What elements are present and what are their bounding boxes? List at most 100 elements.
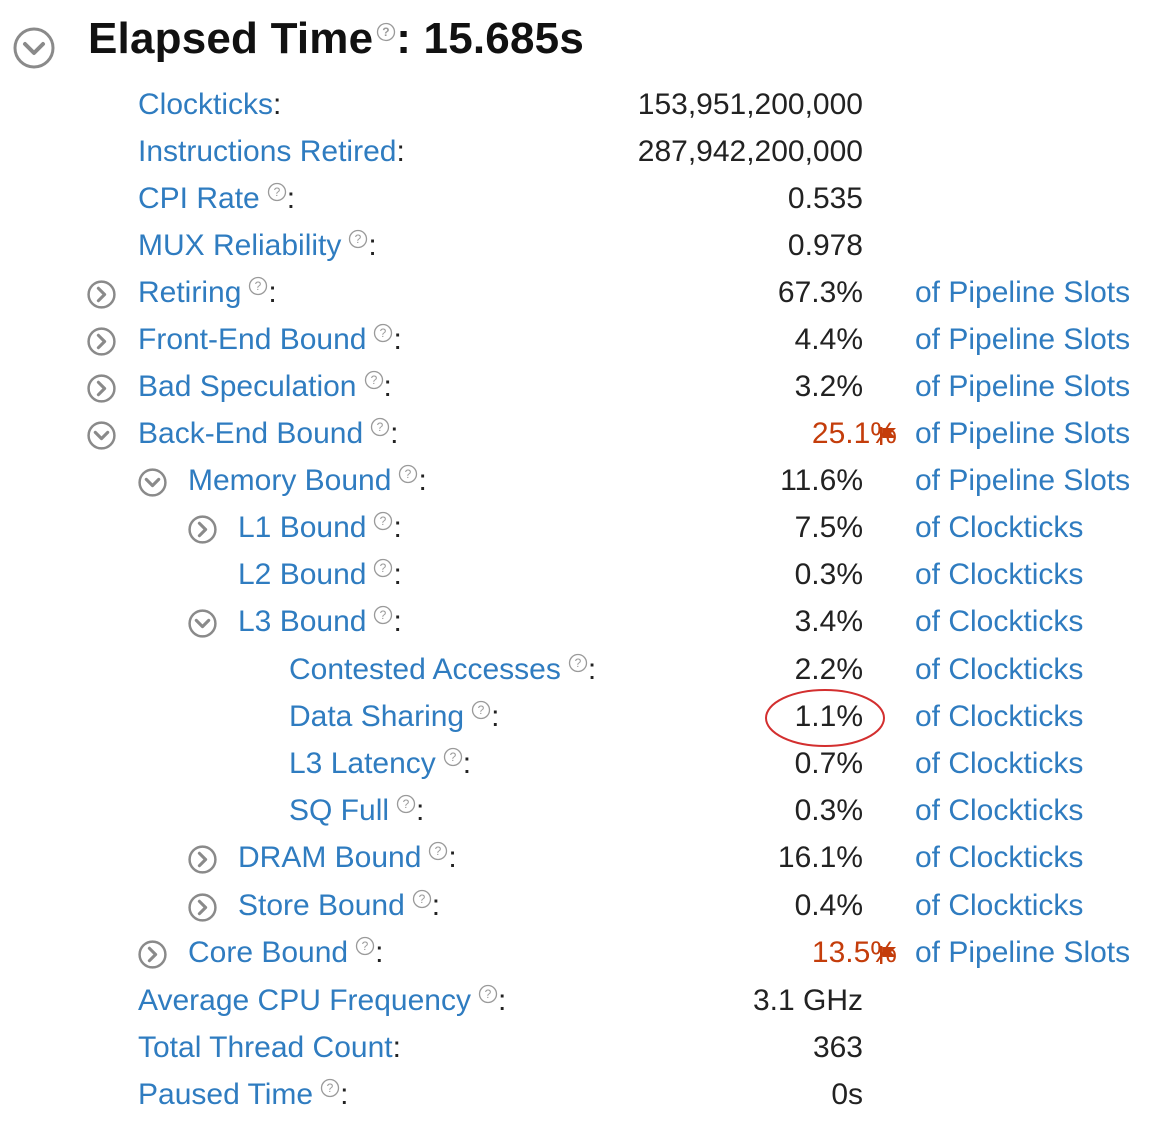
help-icon[interactable]: ?	[568, 653, 588, 673]
help-icon[interactable]: ?	[376, 22, 396, 42]
metric-row-store-bound: Store Bound?: 0.4% of Clockticks	[0, 887, 1155, 927]
help-icon[interactable]: ?	[320, 1078, 340, 1098]
help-icon[interactable]: ?	[428, 841, 448, 861]
metric-link-mux-reliability[interactable]: MUX Reliability	[138, 229, 341, 262]
expand-icon[interactable]	[187, 514, 218, 545]
metric-link-memory-bound[interactable]: Memory Bound	[188, 464, 391, 497]
metric-link-back-end-bound[interactable]: Back-End Bound	[138, 417, 363, 450]
svg-text:?: ?	[327, 1081, 334, 1095]
metric-link-dram-bound[interactable]: DRAM Bound	[238, 841, 421, 874]
metric-link-retiring[interactable]: Retiring	[138, 276, 241, 309]
metric-link-instructions-retired[interactable]: Instructions Retired	[138, 135, 396, 168]
metric-link-average-cpu-frequency[interactable]: Average CPU Frequency	[138, 984, 471, 1017]
metric-value: 0.535	[787, 182, 863, 215]
metric-row-front-end-bound: Front-End Bound?: 4.4% of Pipeline Slots	[0, 321, 1155, 361]
collapse-icon[interactable]	[187, 608, 218, 639]
svg-text:?: ?	[380, 514, 387, 528]
unit-link[interactable]: of Clockticks	[915, 841, 1083, 874]
metric-link-bad-speculation[interactable]: Bad Speculation	[138, 370, 357, 403]
help-icon[interactable]: ?	[478, 984, 498, 1004]
metric-row-data-sharing: Data Sharing?: 1.1% of Clockticks	[289, 700, 1084, 733]
svg-text:?: ?	[435, 844, 442, 858]
collapse-icon[interactable]	[137, 467, 168, 498]
expand-icon[interactable]	[86, 373, 117, 404]
help-icon[interactable]: ?	[355, 936, 375, 956]
metric-value: 11.6%	[780, 464, 863, 497]
help-icon[interactable]: ?	[373, 323, 393, 343]
metric-value: 3.4%	[794, 605, 863, 638]
svg-text:?: ?	[485, 987, 492, 1001]
unit-link[interactable]: of Clockticks	[915, 511, 1083, 544]
svg-text:?: ?	[478, 703, 485, 717]
unit-link[interactable]: of Clockticks	[915, 747, 1083, 780]
collapse-circle-icon[interactable]	[12, 26, 56, 70]
metric-value: 363	[812, 1031, 863, 1064]
metric-row-mux-reliability: MUX Reliability?: 0.978	[138, 229, 863, 262]
unit-link[interactable]: of Clockticks	[915, 794, 1083, 827]
help-icon[interactable]: ?	[364, 370, 384, 390]
svg-text:?: ?	[449, 750, 456, 764]
unit-link[interactable]: of Clockticks	[915, 558, 1083, 591]
metric-link-clockticks[interactable]: Clockticks	[138, 88, 273, 121]
unit-link[interactable]: of Pipeline Slots	[915, 323, 1130, 356]
expand-icon[interactable]	[187, 844, 218, 875]
help-icon[interactable]: ?	[396, 794, 416, 814]
svg-text:?: ?	[383, 25, 391, 39]
help-icon[interactable]: ?	[370, 417, 390, 437]
metric-value: 0.978	[787, 229, 863, 262]
metric-row-back-end-bound: Back-End Bound?: 25.1% of Pipeline Slots	[0, 415, 1155, 455]
svg-text:?: ?	[370, 373, 377, 387]
unit-link[interactable]: of Pipeline Slots	[915, 276, 1130, 309]
metric-link-l3-latency[interactable]: L3 Latency	[289, 747, 436, 780]
metric-link-data-sharing[interactable]: Data Sharing	[289, 700, 464, 733]
metric-link-cpi-rate[interactable]: CPI Rate	[138, 182, 260, 215]
metric-value: 1.1%	[794, 700, 863, 733]
unit-link[interactable]: of Clockticks	[915, 653, 1083, 686]
help-icon[interactable]: ?	[412, 889, 432, 909]
metric-link-contested-accesses[interactable]: Contested Accesses	[289, 653, 561, 686]
metric-value: 67.3%	[777, 276, 863, 309]
expand-icon[interactable]	[86, 326, 117, 357]
metric-link-l1-bound[interactable]: L1 Bound	[238, 511, 366, 544]
metric-value: 0.7%	[794, 747, 863, 780]
unit-link[interactable]: of Pipeline Slots	[915, 417, 1130, 450]
metric-link-front-end-bound[interactable]: Front-End Bound	[138, 323, 366, 356]
collapse-icon[interactable]	[86, 420, 117, 451]
help-icon[interactable]: ?	[471, 700, 491, 720]
metric-value: 7.5%	[794, 511, 863, 544]
metric-row-l2-bound: L2 Bound?: 0.3% of Clockticks	[238, 558, 1084, 591]
help-icon[interactable]: ?	[248, 276, 268, 296]
unit-link[interactable]: of Clockticks	[915, 700, 1083, 733]
metric-row-average-cpu-frequency: Average CPU Frequency?: 3.1 GHz	[138, 984, 863, 1017]
metric-link-l3-bound[interactable]: L3 Bound	[238, 605, 366, 638]
title-label: Elapsed Time	[88, 14, 374, 63]
metric-link-sq-full[interactable]: SQ Full	[289, 794, 389, 827]
unit-link[interactable]: of Clockticks	[915, 889, 1083, 922]
metric-value: 0.3%	[794, 794, 863, 827]
elapsed-time-header: Elapsed Time?: 15.685s	[0, 0, 1155, 90]
unit-link[interactable]: of Pipeline Slots	[915, 370, 1130, 403]
metric-link-store-bound[interactable]: Store Bound	[238, 889, 405, 922]
metric-link-total-thread-count[interactable]: Total Thread Count	[138, 1031, 393, 1064]
metric-link-core-bound[interactable]: Core Bound	[188, 936, 348, 969]
expand-icon[interactable]	[137, 939, 168, 970]
unit-link[interactable]: of Pipeline Slots	[915, 464, 1130, 497]
help-icon[interactable]: ?	[267, 182, 287, 202]
metric-row-sq-full: SQ Full?: 0.3% of Clockticks	[289, 794, 1084, 827]
expand-icon[interactable]	[86, 279, 117, 310]
metric-value: 0.3%	[794, 558, 863, 591]
help-icon[interactable]: ?	[398, 464, 418, 484]
help-icon[interactable]: ?	[373, 558, 393, 578]
help-icon[interactable]: ?	[373, 511, 393, 531]
flag-icon	[880, 946, 896, 964]
expand-icon[interactable]	[187, 892, 218, 923]
unit-link[interactable]: of Pipeline Slots	[915, 936, 1130, 969]
metric-link-l2-bound[interactable]: L2 Bound	[238, 558, 366, 591]
help-icon[interactable]: ?	[443, 747, 463, 767]
metric-value: 0s	[831, 1078, 863, 1111]
help-icon[interactable]: ?	[373, 605, 393, 625]
metric-row-l3-latency: L3 Latency?: 0.7% of Clockticks	[289, 747, 1084, 780]
metric-link-paused-time[interactable]: Paused Time	[138, 1078, 313, 1111]
help-icon[interactable]: ?	[348, 229, 368, 249]
unit-link[interactable]: of Clockticks	[915, 605, 1083, 638]
